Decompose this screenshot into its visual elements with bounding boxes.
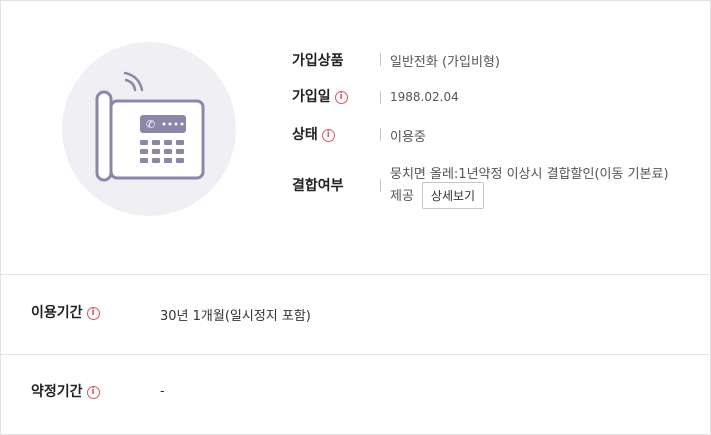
section-divider	[1, 354, 709, 355]
divider-line	[380, 53, 381, 66]
join-date-label: 가입일	[292, 89, 331, 105]
info-icon[interactable]: i	[86, 385, 100, 399]
contract-period-value: -	[160, 384, 165, 399]
svg-text:✆: ✆	[146, 118, 155, 131]
divider-line	[380, 179, 381, 192]
product-value: 일반전화 (가입비형)	[390, 55, 500, 70]
telephone-icon: ✆	[95, 71, 205, 182]
info-icon[interactable]: i	[86, 306, 100, 320]
bundle-value-line2: 제공	[390, 189, 414, 204]
info-icon[interactable]: i	[334, 90, 348, 104]
bundle-label: 결합여부	[292, 178, 344, 194]
info-icon[interactable]: i	[321, 128, 335, 142]
phone-illustration: ✆	[62, 42, 236, 216]
status-value: 이용중	[390, 130, 426, 145]
service-summary: ✆ 가입상품 일반전화 (가입비형) 가입일 i 1988.02.04 상태 i…	[1, 1, 709, 274]
join-date-value: 1988.02.04	[390, 90, 459, 104]
bundle-value-line1: 뭉치면 올레:1년약정 이상시 결합할인(이동 기본료)	[390, 167, 669, 182]
usage-period-label: 이용기간	[31, 305, 83, 321]
usage-period-value: 30년 1개월(일시정지 포함)	[160, 309, 311, 324]
detail-view-button[interactable]: 상세보기	[421, 182, 485, 209]
contract-period-label: 약정기간	[31, 384, 83, 400]
divider-line	[380, 91, 381, 104]
status-label: 상태	[292, 127, 318, 143]
section-divider	[1, 274, 709, 275]
product-label: 가입상품	[292, 53, 344, 69]
divider-line	[380, 128, 381, 141]
